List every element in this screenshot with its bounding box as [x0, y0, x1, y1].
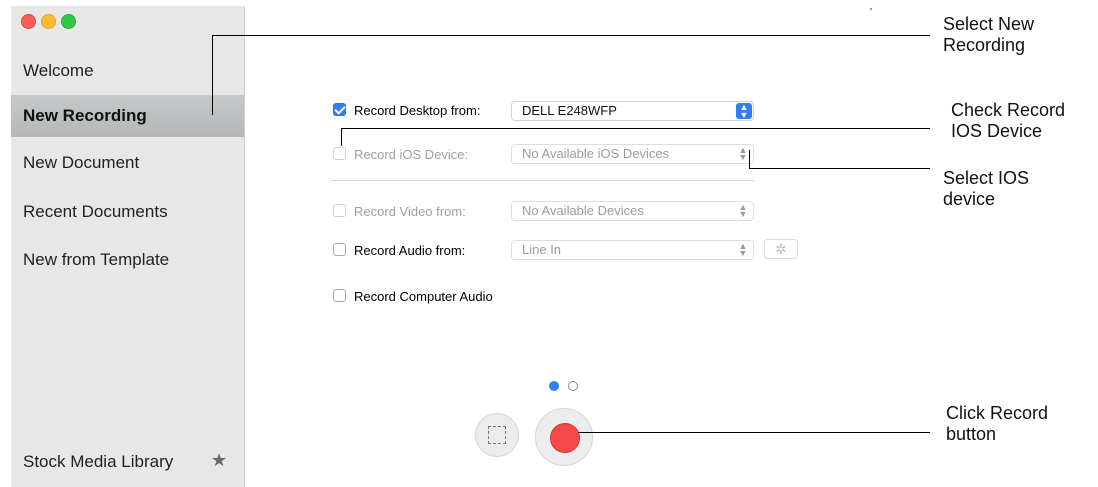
callout-line	[749, 168, 930, 169]
chevron-updown-icon: ▲ ▼	[736, 103, 752, 120]
window-edge-mark	[870, 8, 872, 10]
page-dot-2[interactable]	[568, 381, 578, 391]
record-video-label: Record Video from:	[354, 204, 466, 219]
record-icon	[550, 423, 580, 453]
record-ios-label: Record iOS Device:	[354, 147, 469, 162]
record-video-value: No Available Devices	[522, 203, 644, 218]
callout-line	[341, 128, 342, 146]
record-button[interactable]	[535, 408, 593, 466]
callout-check-record-ios: Check Record IOS Device	[951, 100, 1066, 141]
callout-click-record: Click Record button	[946, 403, 1049, 444]
record-audio-select[interactable]: Line In ▲ ▼	[511, 240, 754, 260]
callout-line	[212, 35, 930, 36]
record-ios-select[interactable]: No Available iOS Devices ▲ ▼	[511, 144, 754, 164]
record-video-select[interactable]: No Available Devices ▲ ▼	[511, 201, 754, 221]
callout-line	[749, 150, 750, 169]
dashed-rectangle-icon	[488, 426, 506, 444]
callout-select-new-recording: Select New Recording	[943, 14, 1035, 55]
app-window: Welcome New Recording New Document Recen…	[11, 6, 875, 487]
zoom-window-button[interactable]	[61, 14, 76, 29]
sidebar-item-new-from-template[interactable]: New from Template	[11, 239, 244, 281]
sidebar-item-welcome[interactable]: Welcome	[11, 50, 244, 92]
record-ios-checkbox[interactable]	[333, 147, 346, 160]
minimize-window-button[interactable]	[41, 14, 56, 29]
record-desktop-select[interactable]: DELL E248WFP ▲ ▼	[511, 101, 754, 121]
record-desktop-checkbox[interactable]	[333, 103, 346, 116]
close-window-button[interactable]	[21, 14, 36, 29]
sidebar-item-recent-documents[interactable]: Recent Documents	[11, 191, 244, 233]
stock-media-library-link[interactable]: Stock Media Library	[23, 452, 173, 472]
sidebar-item-new-recording[interactable]: New Recording	[11, 95, 244, 137]
record-computer-audio-label: Record Computer Audio	[354, 289, 493, 304]
record-audio-label: Record Audio from:	[354, 243, 466, 258]
section-divider	[331, 180, 755, 181]
record-video-checkbox[interactable]	[333, 204, 346, 217]
sidebar: Welcome New Recording New Document Recen…	[11, 6, 245, 487]
chevron-updown-icon: ▲ ▼	[738, 145, 748, 162]
gear-icon[interactable]: ✲	[764, 239, 798, 259]
record-desktop-label: Record Desktop from:	[354, 103, 481, 118]
record-desktop-value: DELL E248WFP	[522, 103, 617, 118]
callout-line	[578, 432, 930, 433]
star-icon[interactable]: ★	[211, 450, 227, 471]
select-area-button[interactable]	[475, 413, 519, 457]
record-computer-audio-checkbox[interactable]	[333, 289, 346, 302]
callout-select-ios-device: Select IOS device	[943, 168, 1030, 209]
record-audio-value: Line In	[522, 242, 562, 257]
callout-line	[212, 35, 213, 115]
record-ios-value: No Available iOS Devices	[522, 146, 670, 161]
page-dot-1[interactable]	[549, 381, 559, 391]
callout-line	[341, 128, 930, 129]
record-audio-checkbox[interactable]	[333, 243, 346, 256]
sidebar-item-new-document[interactable]: New Document	[11, 142, 244, 184]
chevron-updown-icon: ▲ ▼	[738, 202, 748, 219]
chevron-updown-icon: ▲ ▼	[738, 241, 748, 258]
